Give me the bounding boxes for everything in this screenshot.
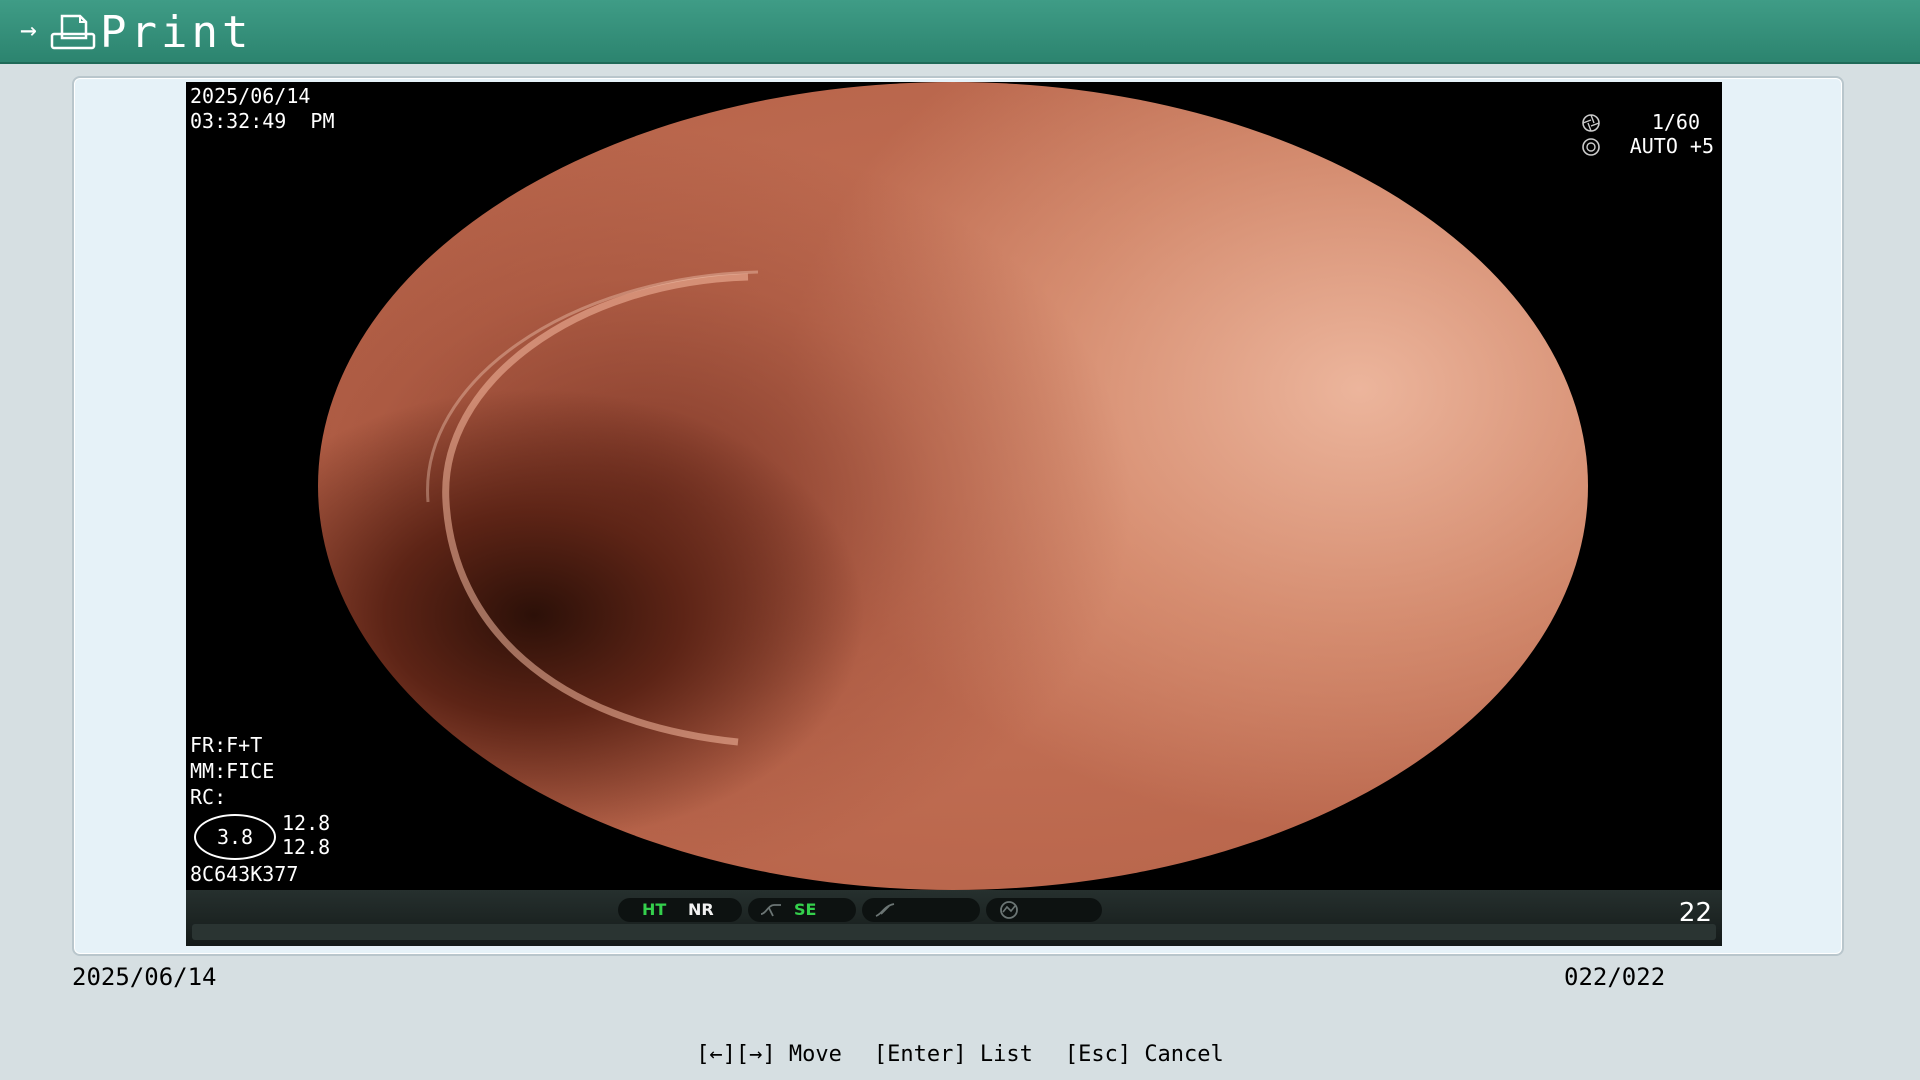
status-pill-ht-nr	[618, 898, 742, 922]
endoscopic-view	[318, 82, 1588, 890]
mm-setting: MM:FICE	[190, 759, 275, 783]
shutter-speed: 1/60	[1651, 110, 1700, 134]
curve-icon	[875, 903, 895, 917]
value-b: 12.8	[282, 835, 331, 859]
cancel-hint: [Esc] Cancel	[1064, 1042, 1224, 1067]
arrow-icon: →	[20, 13, 37, 46]
list-hint: [Enter] List	[873, 1042, 1033, 1067]
status-track	[192, 924, 1716, 940]
iris-mode: AUTO +5	[1629, 134, 1714, 158]
ht-indicator: HT	[642, 900, 667, 919]
rc-setting: RC:	[190, 785, 227, 809]
image-time: 03:32:49 PM	[190, 109, 335, 133]
fr-setting: FR:F+T	[190, 733, 263, 757]
zoom-indicator: 3.8	[194, 814, 276, 860]
print-document-icon	[50, 14, 96, 50]
title-bar: → Print	[0, 0, 1920, 64]
move-hint: [←][→] Move	[696, 1042, 842, 1067]
mode-icon	[1000, 901, 1018, 919]
key-help-bar: [←][→] Move [Enter] List [Esc] Cancel	[0, 1040, 1920, 1070]
shutter-icon	[1582, 114, 1600, 132]
iris-icon	[1582, 138, 1600, 156]
image-status-bar: HT NR SE 22	[186, 890, 1722, 946]
enhance-curve-icon	[760, 904, 781, 917]
value-a: 12.8	[282, 811, 331, 835]
image-date: 2025/06/14	[190, 84, 311, 108]
image-number: 22	[1678, 898, 1712, 928]
page-counter: 022/022	[1564, 963, 1666, 991]
page-title: Print	[100, 7, 253, 58]
endoscope-image: 2025/06/14 03:32:49 PM 1/60 AUTO +5 FR:F…	[186, 82, 1722, 946]
scope-serial: 8C643K377	[190, 862, 299, 886]
nr-indicator: NR	[688, 900, 714, 919]
footer-date: 2025/06/14	[72, 963, 217, 991]
se-indicator: SE	[794, 900, 817, 919]
